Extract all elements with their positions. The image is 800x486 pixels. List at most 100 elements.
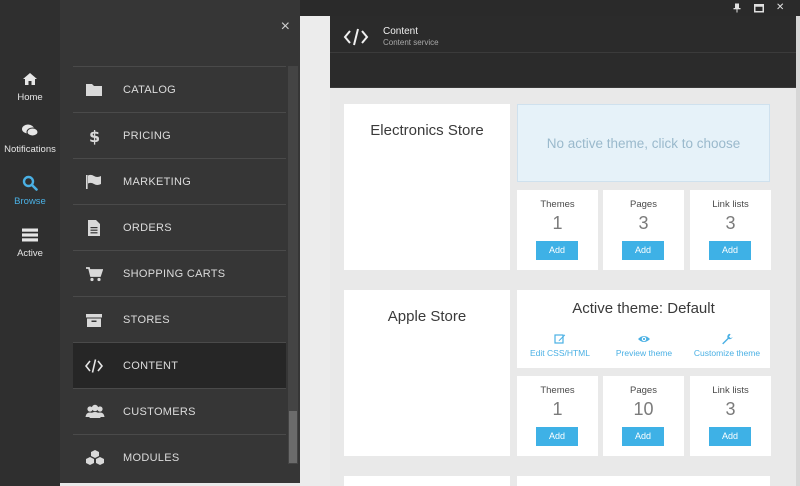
- menu-label: CATALOG: [123, 84, 177, 96]
- rail-item-home[interactable]: Home: [0, 70, 60, 120]
- menu-label: MARKETING: [123, 176, 192, 188]
- stat-themes: Themes 1 Add: [517, 376, 598, 456]
- rail-label-active: Active: [17, 248, 43, 259]
- home-icon: [23, 73, 37, 85]
- action-label: Customize theme: [693, 348, 761, 358]
- browse-menu: × CATALOG $ PRICING MARKETING ORDERS SHO…: [60, 0, 330, 486]
- svg-text:$: $: [89, 127, 100, 145]
- rail-label-home: Home: [17, 92, 43, 103]
- active-theme-panel: Active theme: Default Edit CSS/HTML Prev…: [517, 290, 770, 368]
- window-title-bar: ✕: [300, 0, 800, 16]
- menu-label: CONTENT: [123, 360, 179, 372]
- menu-item-stores[interactable]: STORES: [73, 296, 286, 342]
- stat-themes: Themes 1 Add: [517, 190, 598, 270]
- rail-item-active[interactable]: Active: [0, 226, 60, 276]
- action-label: Preview theme: [615, 348, 673, 358]
- store-card: Apple Store: [344, 290, 510, 456]
- menu-item-catalog[interactable]: CATALOG: [73, 66, 286, 112]
- menu-scrollbar[interactable]: [288, 66, 298, 464]
- store-name: Electronics Store: [370, 122, 484, 139]
- edit-icon: [554, 334, 566, 344]
- menu-list: CATALOG $ PRICING MARKETING ORDERS SHOPP…: [73, 66, 286, 480]
- store-card: Electronics Store: [344, 104, 510, 270]
- stores-list: Electronics Store No active theme, click…: [330, 88, 796, 486]
- stat-pages: Pages 10 Add: [603, 376, 684, 456]
- users-icon: [85, 404, 105, 418]
- rail-item-notifications[interactable]: Notifications: [0, 122, 60, 172]
- menu-close-button[interactable]: ×: [281, 19, 290, 35]
- eye-icon: [638, 336, 650, 342]
- add-theme-button[interactable]: Add: [536, 241, 578, 260]
- stat-value: 10: [633, 399, 654, 419]
- customize-theme-link[interactable]: Customize theme: [685, 333, 769, 358]
- close-icon[interactable]: ✕: [776, 2, 784, 14]
- menu-item-customers[interactable]: CUSTOMERS: [73, 388, 286, 434]
- menu-item-modules[interactable]: MODULES: [73, 434, 286, 480]
- code-icon: [343, 28, 369, 46]
- stat-pages: Pages 3 Add: [603, 190, 684, 270]
- content-header: Content Content service: [330, 16, 796, 88]
- rail-label-notifications: Notifications: [4, 144, 56, 155]
- preview-theme-link[interactable]: Preview theme: [602, 333, 686, 358]
- add-link-list-button[interactable]: Add: [709, 241, 751, 260]
- store-card: [344, 476, 510, 486]
- menu-item-content[interactable]: CONTENT: [73, 342, 286, 388]
- menu-item-orders[interactable]: ORDERS: [73, 204, 286, 250]
- header-divider: [330, 52, 796, 53]
- archive-icon: [86, 314, 102, 327]
- pin-icon[interactable]: [732, 3, 742, 13]
- add-theme-button[interactable]: Add: [536, 427, 578, 446]
- menu-label: CUSTOMERS: [123, 406, 196, 418]
- maximize-icon[interactable]: [754, 4, 764, 13]
- stack-icon: [22, 228, 38, 242]
- add-page-button[interactable]: Add: [622, 427, 664, 446]
- content-gap: [300, 0, 330, 486]
- flag-icon: [86, 174, 101, 189]
- wrench-icon: [722, 333, 733, 345]
- active-theme-title: Active theme: Default: [572, 300, 715, 317]
- menu-label: PRICING: [123, 130, 171, 142]
- choose-theme-panel[interactable]: No active theme, click to choose: [517, 104, 770, 182]
- stat-label: Themes: [540, 385, 575, 396]
- stat-label: Link lists: [712, 385, 749, 396]
- stat-label: Pages: [630, 199, 657, 210]
- menu-label: SHOPPING CARTS: [123, 268, 226, 280]
- add-link-list-button[interactable]: Add: [709, 427, 751, 446]
- edit-css-html-link[interactable]: Edit CSS/HTML: [518, 333, 602, 358]
- menu-item-marketing[interactable]: MARKETING: [73, 158, 286, 204]
- cubes-icon: [86, 450, 104, 465]
- theme-panel: [517, 476, 770, 486]
- stat-value: 1: [552, 399, 563, 419]
- code-icon: [85, 359, 103, 373]
- stat-value: 3: [638, 213, 649, 233]
- menu-item-pricing[interactable]: $ PRICING: [73, 112, 286, 158]
- action-label: Edit CSS/HTML: [530, 348, 590, 358]
- stat-label: Link lists: [712, 199, 749, 210]
- icon-rail: Home Notifications Browse Active: [0, 0, 60, 486]
- menu-item-shopping-carts[interactable]: SHOPPING CARTS: [73, 250, 286, 296]
- menu-label: MODULES: [123, 452, 180, 464]
- stat-value: 3: [725, 213, 736, 233]
- search-icon: [22, 175, 38, 191]
- page-subtitle: Content service: [383, 38, 439, 47]
- store-name: Apple Store: [387, 308, 467, 325]
- menu-label: STORES: [123, 314, 170, 326]
- document-icon: [88, 220, 100, 236]
- rail-item-browse[interactable]: Browse: [0, 174, 60, 224]
- content-scrollbar[interactable]: [796, 16, 800, 486]
- stat-value: 3: [725, 399, 736, 419]
- stat-label: Themes: [540, 199, 575, 210]
- stat-label: Pages: [630, 385, 657, 396]
- rail-label-browse: Browse: [14, 196, 46, 207]
- menu-label: ORDERS: [123, 222, 172, 234]
- chat-icon: [22, 124, 39, 137]
- stat-value: 1: [552, 213, 563, 233]
- page-title: Content: [383, 26, 419, 37]
- stat-link-lists: Link lists 3 Add: [690, 376, 771, 456]
- stat-link-lists: Link lists 3 Add: [690, 190, 771, 270]
- dollar-icon: $: [89, 127, 100, 145]
- add-page-button[interactable]: Add: [622, 241, 664, 260]
- menu-scrollbar-thumb[interactable]: [289, 411, 297, 463]
- cart-icon: [86, 267, 103, 282]
- folder-icon: [86, 84, 102, 96]
